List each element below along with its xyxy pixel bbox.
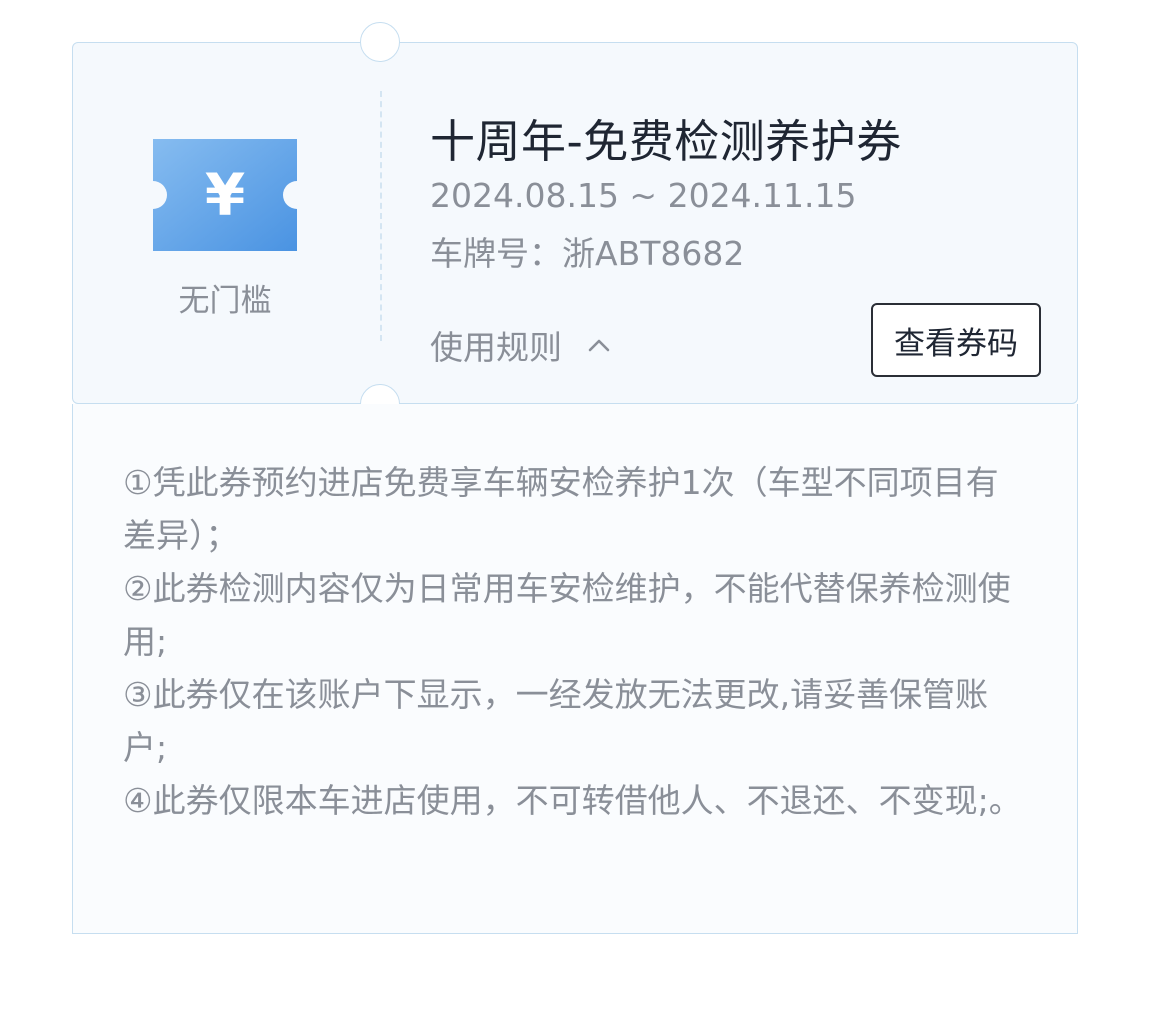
coupon-title: 十周年-免费检测养护券 <box>430 115 902 168</box>
threshold-label: 无门槛 <box>178 283 272 319</box>
license-plate: 车牌号：浙ABT8682 <box>430 227 744 275</box>
rule-item: ④此券仅限本车进店使用，不可转借他人、不退还、不变现;。 <box>123 781 1022 820</box>
usage-rules-label: 使用规则 <box>430 328 562 367</box>
usage-rules-toggle[interactable]: 使用规则 <box>430 321 612 369</box>
plate-label: 车牌号： <box>430 234 562 273</box>
usage-rules-panel: ①凭此券预约进店免费享车辆安检养护1次（车型不同项目有差异）； ②此券检测内容仅… <box>72 404 1078 934</box>
coupon-validity-dates: 2024.08.15 ~ 2024.11.15 <box>430 176 857 215</box>
view-code-button[interactable]: 查看券码 <box>871 303 1041 377</box>
coupon-dashed-divider <box>380 91 382 341</box>
rules-list: ①凭此券预约进店免费享车辆安检养护1次（车型不同项目有差异）； ②此券检测内容仅… <box>123 456 1023 827</box>
rule-item: ①凭此券预约进店免费享车辆安检养护1次（车型不同项目有差异）； <box>123 463 999 555</box>
ticket-yen-icon: ¥ <box>153 139 297 251</box>
coupon-notch-top <box>360 22 400 62</box>
plate-value: 浙ABT8682 <box>562 234 745 273</box>
chevron-up-icon <box>586 332 612 358</box>
rule-item: ②此券检测内容仅为日常用车安检维护，不能代替保养检测使用; <box>123 569 1011 661</box>
yen-symbol: ¥ <box>205 161 245 229</box>
rule-item: ③此券仅在该账户下显示，一经发放无法更改,请妥善保管账户; <box>123 675 989 767</box>
coupon-card: ¥ 无门槛 十周年-免费检测养护券 2024.08.15 ~ 2024.11.1… <box>72 22 1078 424</box>
